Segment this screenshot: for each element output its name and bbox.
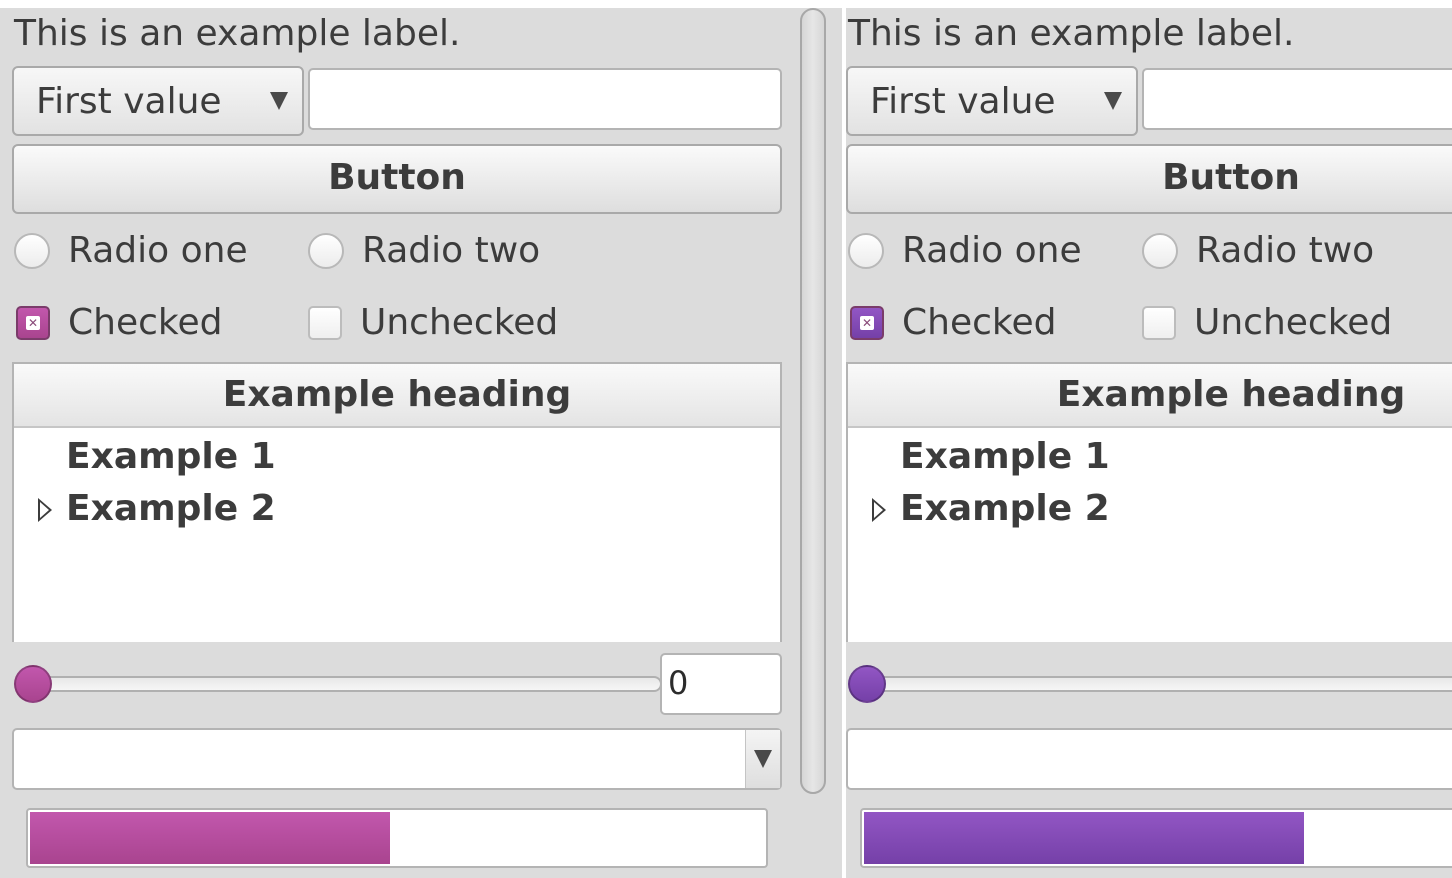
chevron-right-icon[interactable] <box>38 498 52 522</box>
radio-one-label: Radio one <box>68 230 248 271</box>
tree-view[interactable]: Example heading Example 1 Example 2 <box>846 362 1452 642</box>
text-entry[interactable] <box>308 68 782 130</box>
vertical-scrollbar[interactable] <box>800 8 826 794</box>
checkbox-checked-label: Checked <box>68 302 223 343</box>
checkbox-checked[interactable]: ✕ Checked <box>16 302 222 343</box>
radio-two-label: Radio two <box>1196 230 1375 271</box>
tree-row[interactable]: Example 1 <box>66 432 276 482</box>
tree-column-heading[interactable]: Example heading <box>848 364 1452 428</box>
combo-entry-dropdown-button[interactable] <box>745 730 780 788</box>
checkbox-checked-label: Checked <box>902 302 1057 343</box>
tree-row[interactable]: Example 2 <box>900 484 1110 534</box>
checkbox-box <box>1142 305 1176 340</box>
tree-row[interactable]: Example 1 <box>900 432 1110 482</box>
chevron-down-icon <box>754 750 772 768</box>
chevron-right-icon[interactable] <box>872 498 886 522</box>
chevron-down-icon <box>1104 92 1122 110</box>
checkbox-unchecked-label: Unchecked <box>360 302 559 343</box>
radio-two[interactable]: Radio two <box>1142 230 1374 271</box>
checkbox-box: ✕ <box>850 305 884 340</box>
radio-circle-icon <box>1142 232 1178 269</box>
example-label: This is an example label. <box>848 13 1295 54</box>
tree-view[interactable]: Example heading Example 1 Example 2 <box>12 362 782 642</box>
progress-fill <box>864 812 1304 864</box>
progress-fill <box>30 812 390 864</box>
progress-bar <box>860 808 1452 868</box>
x-mark-icon: ✕ <box>860 315 874 330</box>
slider-handle[interactable] <box>848 665 886 703</box>
checkbox-unchecked-label: Unchecked <box>1194 302 1393 343</box>
radio-two-label: Radio two <box>362 230 541 271</box>
widget-demo-pane-right: This is an example label. First value Bu… <box>846 8 1452 878</box>
radio-one-label: Radio one <box>902 230 1082 271</box>
slider-trough[interactable] <box>30 676 662 692</box>
radio-one[interactable]: Radio one <box>14 230 248 271</box>
tree-row[interactable]: Example 2 <box>66 484 276 534</box>
checkbox-unchecked[interactable]: Unchecked <box>1142 302 1392 343</box>
combo-value: First value <box>36 80 222 122</box>
text-entry[interactable] <box>1142 68 1452 130</box>
combo-entry[interactable] <box>846 728 1452 790</box>
example-button[interactable]: Button <box>846 144 1452 214</box>
radio-circle-icon <box>14 232 50 269</box>
x-mark-icon: ✕ <box>26 315 40 330</box>
tree-column-heading[interactable]: Example heading <box>14 364 780 428</box>
slider-handle[interactable] <box>14 665 52 703</box>
slider-trough[interactable] <box>864 676 1452 692</box>
first-value-combo[interactable]: First value <box>12 66 304 136</box>
combo-value: First value <box>870 80 1056 122</box>
example-label: This is an example label. <box>14 13 461 54</box>
radio-circle-icon <box>308 232 344 269</box>
checkbox-unchecked[interactable]: Unchecked <box>308 302 558 343</box>
checkbox-checked[interactable]: ✕ Checked <box>850 302 1056 343</box>
radio-one[interactable]: Radio one <box>848 230 1082 271</box>
example-button[interactable]: Button <box>12 144 782 214</box>
chevron-down-icon <box>270 92 288 110</box>
radio-two[interactable]: Radio two <box>308 230 540 271</box>
checkbox-box <box>308 305 342 340</box>
slider-value-spin[interactable]: 0 <box>660 653 782 715</box>
first-value-combo[interactable]: First value <box>846 66 1138 136</box>
combo-entry[interactable] <box>12 728 782 790</box>
radio-circle-icon <box>848 232 884 269</box>
checkbox-box: ✕ <box>16 305 50 340</box>
widget-demo-pane-left: This is an example label. First value Bu… <box>0 8 842 878</box>
progress-bar <box>26 808 768 868</box>
